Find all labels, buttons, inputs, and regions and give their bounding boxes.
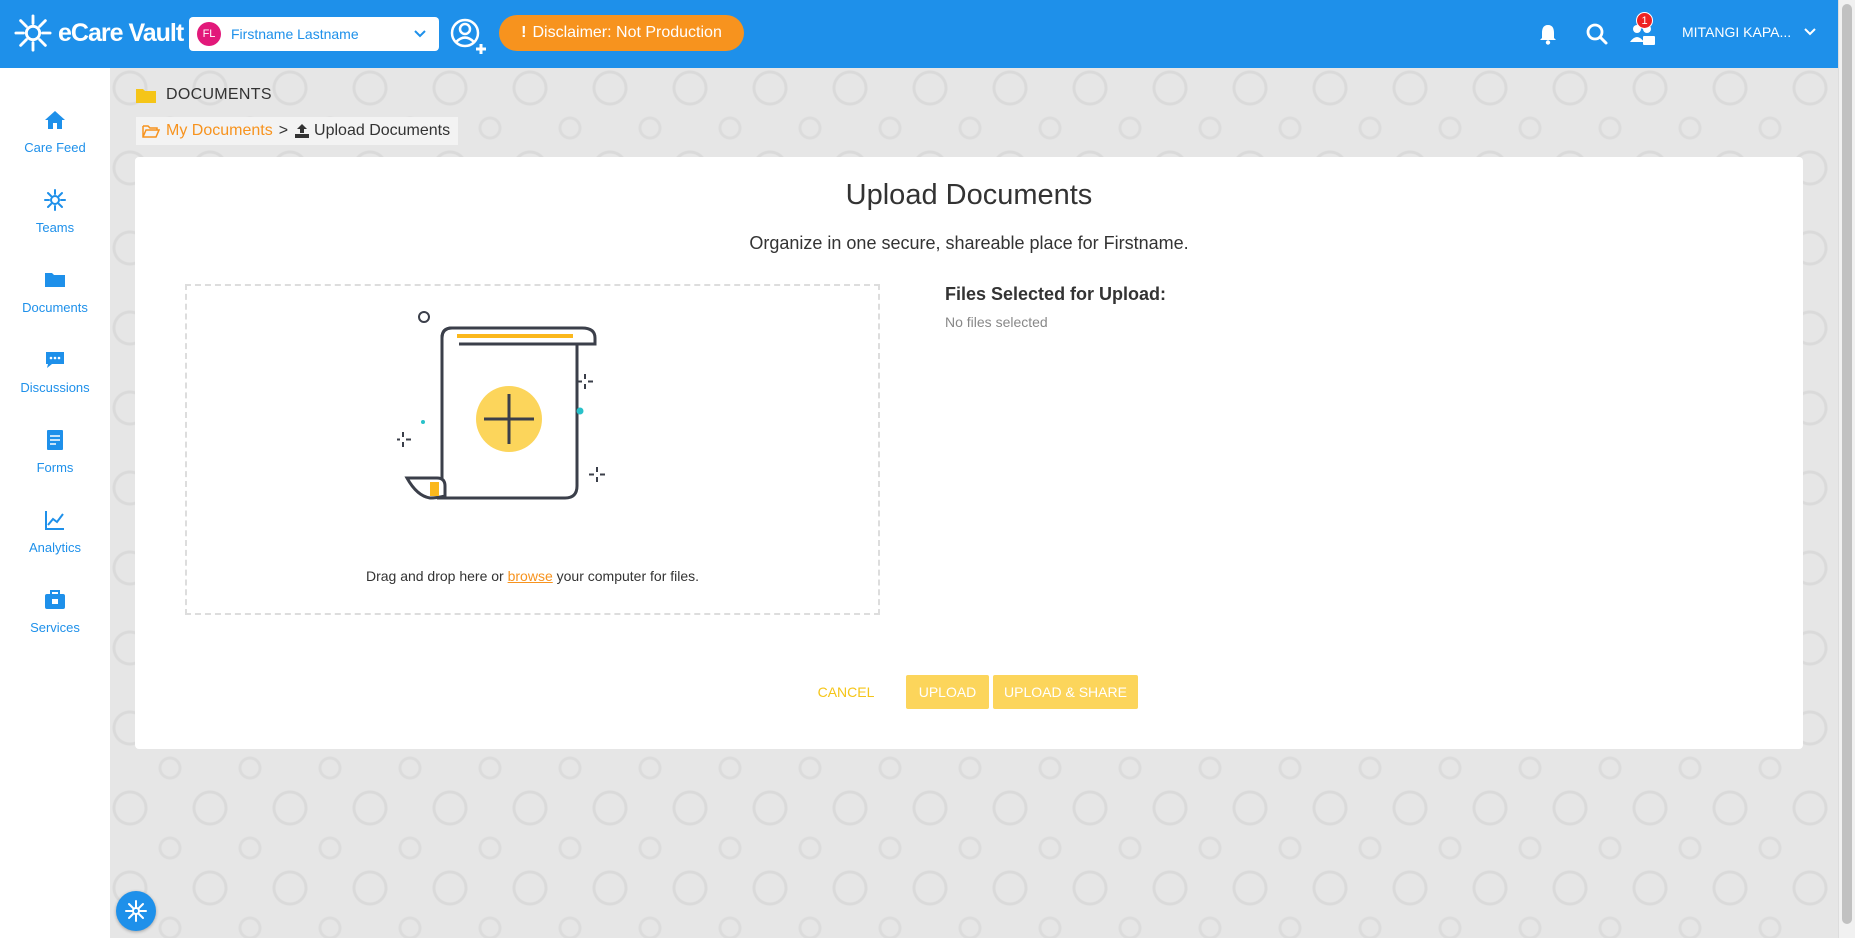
files-selected-heading: Files Selected for Upload: [945, 284, 1167, 304]
help-button[interactable] [116, 891, 156, 931]
chevron-down-icon [414, 30, 426, 38]
breadcrumb-my-documents[interactable]: My Documents [142, 122, 273, 140]
breadcrumb-separator: > [278, 122, 289, 139]
folder-icon [136, 89, 156, 103]
app-name: eCare Vault [58, 18, 184, 47]
form-icon [47, 430, 63, 450]
disclaimer-text: Disclaimer: Not Production [532, 24, 722, 41]
user-name: MITANGI KAPA... [1682, 24, 1792, 40]
chart-icon [45, 511, 64, 530]
profile-name: Firstname Lastname [231, 26, 359, 42]
snowflake-logo-icon [14, 14, 52, 52]
sidebar-item-label: Forms [36, 460, 74, 475]
breadcrumb: My Documents > Upload Documents [136, 117, 459, 145]
no-files-text: No files selected [945, 314, 1048, 330]
profile-avatar: FL [197, 22, 221, 46]
document-upload-illustration-icon [397, 311, 605, 500]
exclamation-icon: ! [521, 24, 527, 41]
teams-icon [44, 189, 66, 211]
sidebar-item-services[interactable]: Services [0, 588, 110, 658]
section-title: DOCUMENTS [136, 86, 272, 104]
folder-open-icon [142, 125, 160, 138]
dropzone-text-prefix: Drag and drop here or [365, 568, 504, 584]
sidebar-item-forms[interactable]: Forms [0, 428, 110, 498]
sidebar-item-label: Discussions [20, 380, 90, 395]
sidebar-item-analytics[interactable]: Analytics [0, 508, 110, 578]
sidebar-item-label: Care Feed [24, 140, 86, 155]
dropzone-text-suffix: your computer for files. [556, 568, 700, 584]
search-icon[interactable] [1585, 22, 1609, 46]
upload-and-share-button[interactable]: UPLOAD & SHARE [993, 675, 1138, 709]
sidebar-item-care-feed[interactable]: Care Feed [0, 108, 110, 178]
cancel-button[interactable]: CANCEL [805, 675, 887, 709]
disclaimer-badge[interactable]: ! Disclaimer: Not Production [499, 15, 744, 51]
briefcase-icon [45, 590, 65, 609]
section-title-text: DOCUMENTS [166, 86, 272, 103]
upload-button[interactable]: UPLOAD [906, 675, 989, 709]
top-bar: eCare Vault FL Firstname Lastname ! Disc… [0, 0, 1838, 68]
profile-selector[interactable]: FL Firstname Lastname [189, 17, 439, 51]
bell-icon[interactable] [1536, 22, 1560, 46]
sidebar-item-discussions[interactable]: Discussions [0, 348, 110, 418]
notification-count-badge: 1 [1636, 12, 1653, 29]
upload-icon [295, 124, 310, 138]
sidebar-item-teams[interactable]: Teams [0, 188, 110, 258]
breadcrumb-current-label: Upload Documents [314, 122, 451, 139]
user-menu[interactable]: MITANGI KAPA... [1682, 24, 1817, 40]
upload-card: Upload Documents Organize in one secure,… [135, 157, 1803, 749]
breadcrumb-current: Upload Documents [294, 122, 450, 140]
chevron-down-icon [1804, 28, 1816, 36]
page-subtitle: Organize in one secure, shareable place … [749, 233, 1189, 253]
sidebar: Care Feed Teams Documents Discussions Fo… [0, 68, 110, 938]
app-logo[interactable]: eCare Vault [14, 14, 184, 52]
scrollbar-thumb[interactable] [1842, 4, 1852, 924]
snowflake-icon [125, 900, 147, 922]
dropzone-instructions: Drag and drop here or browse your comput… [187, 568, 878, 584]
sidebar-item-documents[interactable]: Documents [0, 268, 110, 338]
home-icon [45, 111, 65, 129]
sidebar-item-label: Analytics [28, 540, 82, 555]
page-title: Upload Documents [845, 179, 1093, 211]
breadcrumb-parent-label: My Documents [166, 122, 273, 139]
chat-icon [46, 352, 64, 368]
sidebar-item-label: Teams [35, 220, 75, 235]
vertical-scrollbar[interactable] [1838, 0, 1855, 938]
add-user-icon[interactable] [448, 16, 488, 56]
folder-icon [45, 273, 65, 287]
sidebar-item-label: Documents [22, 300, 88, 315]
file-dropzone[interactable]: Drag and drop here or browse your comput… [185, 284, 880, 615]
sidebar-item-label: Services [30, 620, 80, 635]
browse-link[interactable]: browse [508, 568, 553, 584]
